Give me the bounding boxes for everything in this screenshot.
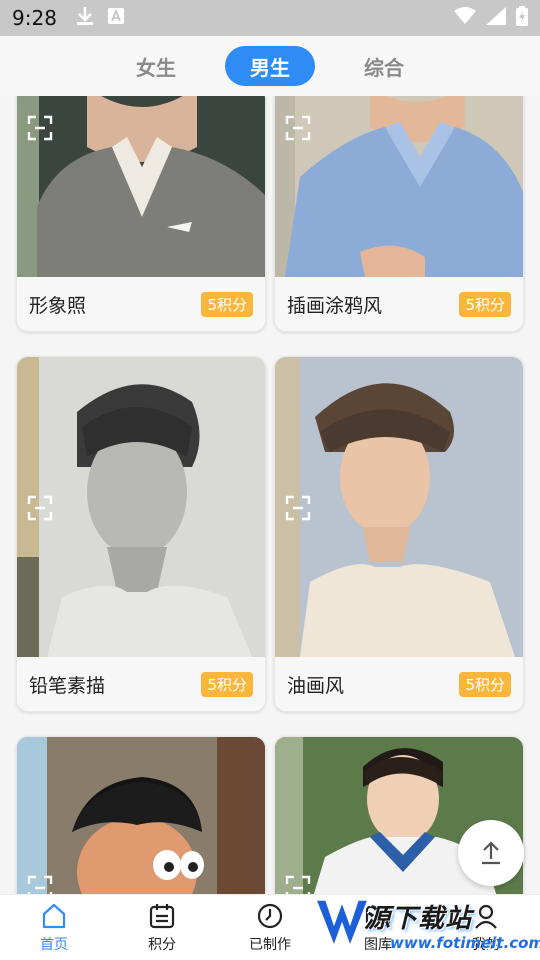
nav-gallery-label: 图库 (364, 936, 392, 953)
card-image (17, 357, 265, 657)
nav-made[interactable]: 已制作 (216, 895, 324, 960)
card-title: 铅笔素描 (29, 674, 106, 697)
tab-female[interactable]: 女生 (111, 46, 201, 86)
card-image (17, 737, 265, 894)
scan-frame-icon (27, 875, 53, 894)
tab-all[interactable]: 综合 (339, 46, 429, 86)
style-card-portrait[interactable]: 形象照 5积分 (16, 96, 266, 332)
user-icon (475, 904, 497, 929)
scan-frame-icon (285, 875, 311, 894)
card-title: 插画涂鸦风 (287, 294, 383, 317)
category-tabs: 女生 男生 综合 (0, 36, 540, 96)
scan-frame-icon (285, 115, 311, 141)
style-card-illustration[interactable]: 插画涂鸦风 5积分 (274, 96, 524, 332)
a-notification-icon (108, 8, 124, 28)
status-time: 9:28 (12, 6, 57, 30)
home-icon (42, 903, 66, 928)
card-footer: 油画风 5积分 (275, 657, 523, 711)
nav-gallery[interactable]: 图库 (324, 895, 432, 960)
scan-frame-icon (27, 115, 53, 141)
nav-home[interactable]: 首页 (0, 895, 108, 960)
wifi-icon (454, 7, 476, 29)
scan-frame-icon (285, 495, 311, 521)
card-title: 形象照 (29, 294, 87, 317)
card-footer: 形象照 5积分 (17, 277, 265, 331)
signal-icon (486, 7, 506, 29)
scroll-to-top-button[interactable] (458, 820, 524, 886)
card-image (17, 96, 265, 277)
style-card-oil-painting[interactable]: 油画风 5积分 (274, 356, 524, 712)
gallery-icon (365, 905, 391, 926)
card-footer: 铅笔素描 5积分 (17, 657, 265, 711)
bottom-nav: 首页 积分 已制作 图库 我的 (0, 894, 540, 960)
nav-points[interactable]: 积分 (108, 895, 216, 960)
style-grid[interactable]: 形象照 5积分 插画涂鸦风 5积分 铅笔素描 5积分 油画风 5积分 (0, 96, 540, 894)
upload-arrow-icon (482, 841, 500, 865)
style-card-pencil-sketch[interactable]: 铅笔素描 5积分 (16, 356, 266, 712)
nav-made-label: 已制作 (249, 936, 291, 953)
nav-mine-label: 我的 (472, 936, 500, 953)
points-badge: 5积分 (459, 291, 511, 317)
card-image (275, 357, 523, 657)
scan-frame-icon (27, 495, 53, 521)
calendar-icon (149, 903, 175, 928)
points-badge: 5积分 (201, 671, 253, 697)
points-badge: 5积分 (459, 671, 511, 697)
download-icon (76, 6, 94, 30)
clock-icon (257, 903, 283, 928)
status-bar: 9:28 (0, 0, 540, 36)
card-title: 油画风 (287, 674, 345, 697)
tab-male[interactable]: 男生 (225, 46, 315, 86)
battery-icon (516, 6, 528, 30)
nav-home-label: 首页 (40, 936, 68, 953)
card-footer: 插画涂鸦风 5积分 (275, 277, 523, 331)
nav-points-label: 积分 (148, 936, 176, 953)
points-badge: 5积分 (201, 291, 253, 317)
style-card-clay[interactable] (16, 736, 266, 894)
nav-mine[interactable]: 我的 (432, 895, 540, 960)
card-image (275, 96, 523, 277)
